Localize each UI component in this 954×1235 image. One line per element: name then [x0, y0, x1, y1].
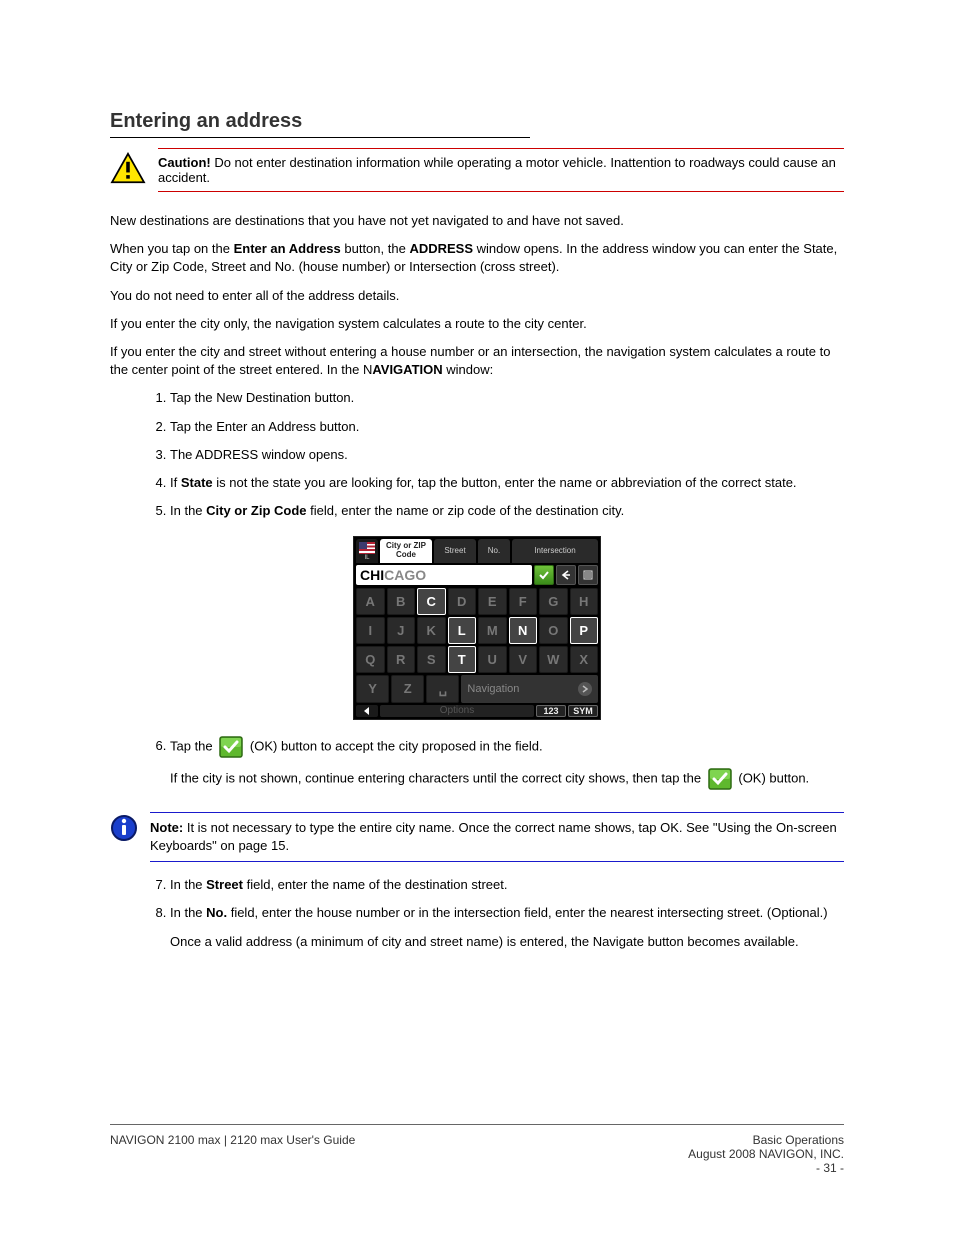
tab-street[interactable]: Street	[434, 539, 476, 563]
tab-number[interactable]: No.	[478, 539, 510, 563]
flag-icon	[359, 542, 375, 554]
caution-lead: Caution!	[158, 155, 211, 170]
intro-paragraph-2: When you tap on the Enter an Address but…	[110, 240, 844, 276]
step-7: In the Street field, enter the name of t…	[170, 876, 844, 894]
suggest-text: CAGO	[384, 567, 426, 583]
footer-right: Basic Operations August 2008 NAVIGON, IN…	[688, 1133, 844, 1175]
navigation-label[interactable]: Navigation	[461, 675, 598, 703]
key-space[interactable]: ␣	[426, 675, 459, 703]
closing-paragraph: Once a valid address (a minimum of city …	[170, 933, 844, 951]
steps-list-continued-2: In the Street field, enter the name of t…	[170, 876, 844, 922]
backspace-button[interactable]	[556, 565, 576, 585]
key-U[interactable]: U	[478, 646, 507, 673]
keyboard-grid: ABCDEFGH IJKLMNOP QRSTUVWX	[356, 588, 598, 673]
intro-paragraph-4: If you enter the city only, the navigati…	[110, 315, 844, 333]
key-M[interactable]: M	[478, 617, 507, 644]
list-button[interactable]	[578, 565, 598, 585]
note-text: Note: It is not necessary to type the en…	[150, 812, 844, 862]
tab-intersection[interactable]: Intersection	[512, 539, 598, 563]
key-R[interactable]: R	[387, 646, 416, 673]
key-W[interactable]: W	[539, 646, 568, 673]
key-S[interactable]: S	[417, 646, 446, 673]
symbol-button[interactable]: SYM	[568, 705, 598, 717]
footer-left: NAVIGON 2100 max | 2120 max User's Guide	[110, 1133, 355, 1175]
section-title: Entering an address	[110, 110, 530, 138]
page-footer: NAVIGON 2100 max | 2120 max User's Guide…	[110, 1124, 844, 1175]
steps-list: Tap the New Destination button. Tap the …	[170, 389, 844, 520]
caution-body: Do not enter destination information whi…	[158, 155, 836, 185]
key-N[interactable]: N	[509, 617, 538, 644]
info-icon	[110, 814, 138, 842]
steps-list-continued: Tap the (OK) button to accept the city p…	[170, 736, 844, 758]
key-H[interactable]: H	[570, 588, 599, 615]
key-A[interactable]: A	[356, 588, 385, 615]
warning-icon	[110, 152, 146, 184]
back-button[interactable]	[356, 705, 378, 717]
key-V[interactable]: V	[509, 646, 538, 673]
step-6: Tap the (OK) button to accept the city p…	[170, 736, 844, 758]
key-O[interactable]: O	[539, 617, 568, 644]
intro-paragraph-1: New destinations are destinations that y…	[110, 212, 844, 230]
key-L[interactable]: L	[448, 617, 477, 644]
state-flag-tab[interactable]: IL	[356, 539, 378, 563]
note-box: Note: It is not necessary to type the en…	[110, 812, 844, 862]
key-Q[interactable]: Q	[356, 646, 385, 673]
step-5: In the City or Zip Code field, enter the…	[170, 502, 844, 520]
key-K[interactable]: K	[417, 617, 446, 644]
step-2: Tap the Enter an Address button.	[170, 418, 844, 436]
key-B[interactable]: B	[387, 588, 416, 615]
caution-box: Caution! Do not enter destination inform…	[110, 148, 844, 192]
options-button[interactable]: Options	[380, 705, 534, 717]
tab-city[interactable]: City or ZIP Code	[380, 539, 432, 563]
key-D[interactable]: D	[448, 588, 477, 615]
ok-button[interactable]	[534, 565, 554, 585]
check-icon	[219, 736, 243, 758]
device-screenshot: IL City or ZIP Code Street No. Intersect…	[110, 536, 844, 720]
caution-text: Caution! Do not enter destination inform…	[158, 148, 844, 192]
key-G[interactable]: G	[539, 588, 568, 615]
numeric-button[interactable]: 123	[536, 705, 566, 717]
key-F[interactable]: F	[509, 588, 538, 615]
step-8: In the No. field, enter the house number…	[170, 904, 844, 922]
key-P[interactable]: P	[570, 617, 599, 644]
step-1: Tap the New Destination button.	[170, 389, 844, 407]
key-J[interactable]: J	[387, 617, 416, 644]
intro-paragraph-5: If you enter the city and street without…	[110, 343, 844, 379]
intro-paragraph-3: You do not need to enter all of the addr…	[110, 287, 844, 305]
key-X[interactable]: X	[570, 646, 599, 673]
check-icon	[708, 768, 732, 790]
key-C[interactable]: C	[417, 588, 446, 615]
key-Z[interactable]: Z	[391, 675, 424, 703]
arrow-right-icon	[578, 682, 592, 696]
key-E[interactable]: E	[478, 588, 507, 615]
typed-text: CHI	[360, 567, 384, 583]
step-4: If State is not the state you are lookin…	[170, 474, 844, 492]
city-input[interactable]: CHICAGO	[356, 565, 532, 585]
key-I[interactable]: I	[356, 617, 385, 644]
keyboard-device: IL City or ZIP Code Street No. Intersect…	[353, 536, 601, 720]
key-Y[interactable]: Y	[356, 675, 389, 703]
key-T[interactable]: T	[448, 646, 477, 673]
step-6-note: If the city is not shown, continue enter…	[170, 768, 844, 790]
step-3: The ADDRESS window opens.	[170, 446, 844, 464]
